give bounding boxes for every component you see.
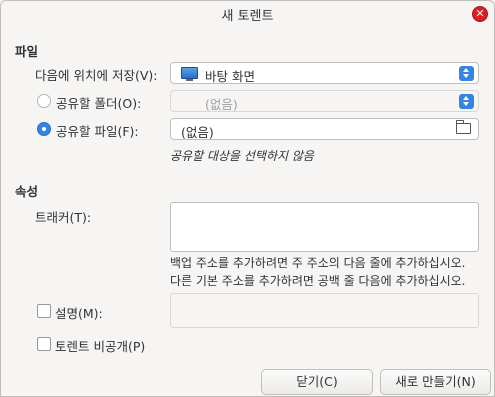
save-to-label: 다음에 위치에 저장(V): [35, 68, 158, 83]
desktop-icon [181, 67, 198, 81]
share-file-radio[interactable] [37, 122, 51, 136]
private-torrent-label[interactable]: 토렌트 비공개(P) [55, 336, 145, 355]
file-section-heading: 파일 [15, 44, 39, 59]
folder-icon [456, 120, 471, 134]
new-torrent-dialog: 새 토렌트 ✕ 파일 다음에 위치에 저장(V): 바탕 화면 공유할 폴더(O… [0, 0, 495, 397]
trackers-note-line2: 다른 기본 주소를 추가하려면 공백 줄 다음에 추가하십시오. [170, 274, 466, 288]
share-folder-combo[interactable]: (없음) [170, 90, 479, 112]
share-file-value: (없음) [181, 125, 214, 140]
comment-checkbox[interactable] [37, 304, 51, 318]
comment-label[interactable]: 설명(M): [55, 303, 103, 322]
selection-hint: 공유할 대상을 선택하지 않음 [170, 149, 314, 163]
close-window-button[interactable]: ✕ [472, 6, 488, 22]
save-to-combo[interactable]: 바탕 화면 [170, 62, 479, 84]
close-icon: ✕ [475, 7, 485, 20]
window-title: 새 토렌트 [221, 9, 274, 24]
trackers-textarea[interactable] [170, 202, 479, 252]
share-folder-value: (없음) [205, 97, 238, 112]
share-folder-radio[interactable] [37, 94, 51, 108]
close-button[interactable]: 닫기(C) [261, 369, 373, 395]
chevron-updown-icon [459, 66, 474, 81]
share-file-chooser[interactable]: (없음) [170, 118, 479, 140]
trackers-note-line1: 백업 주소를 추가하려면 주 주소의 다음 줄에 추가하십시오. [170, 256, 466, 270]
save-to-value: 바탕 화면 [205, 69, 255, 84]
trackers-note: 백업 주소를 추가하려면 주 주소의 다음 줄에 추가하십시오. 다른 기본 주… [170, 254, 488, 290]
share-file-label[interactable]: 공유할 파일(F): [56, 121, 139, 140]
private-torrent-checkbox[interactable] [37, 337, 51, 351]
trackers-label: 트래커(T): [35, 210, 92, 225]
create-button[interactable]: 새로 만들기(N) [380, 369, 491, 395]
comment-textarea[interactable] [170, 293, 479, 328]
chevron-updown-icon [459, 94, 474, 109]
share-folder-label[interactable]: 공유할 폴더(O): [56, 93, 141, 112]
titlebar: 새 토렌트 ✕ [1, 1, 494, 27]
properties-section-heading: 속성 [15, 184, 39, 199]
